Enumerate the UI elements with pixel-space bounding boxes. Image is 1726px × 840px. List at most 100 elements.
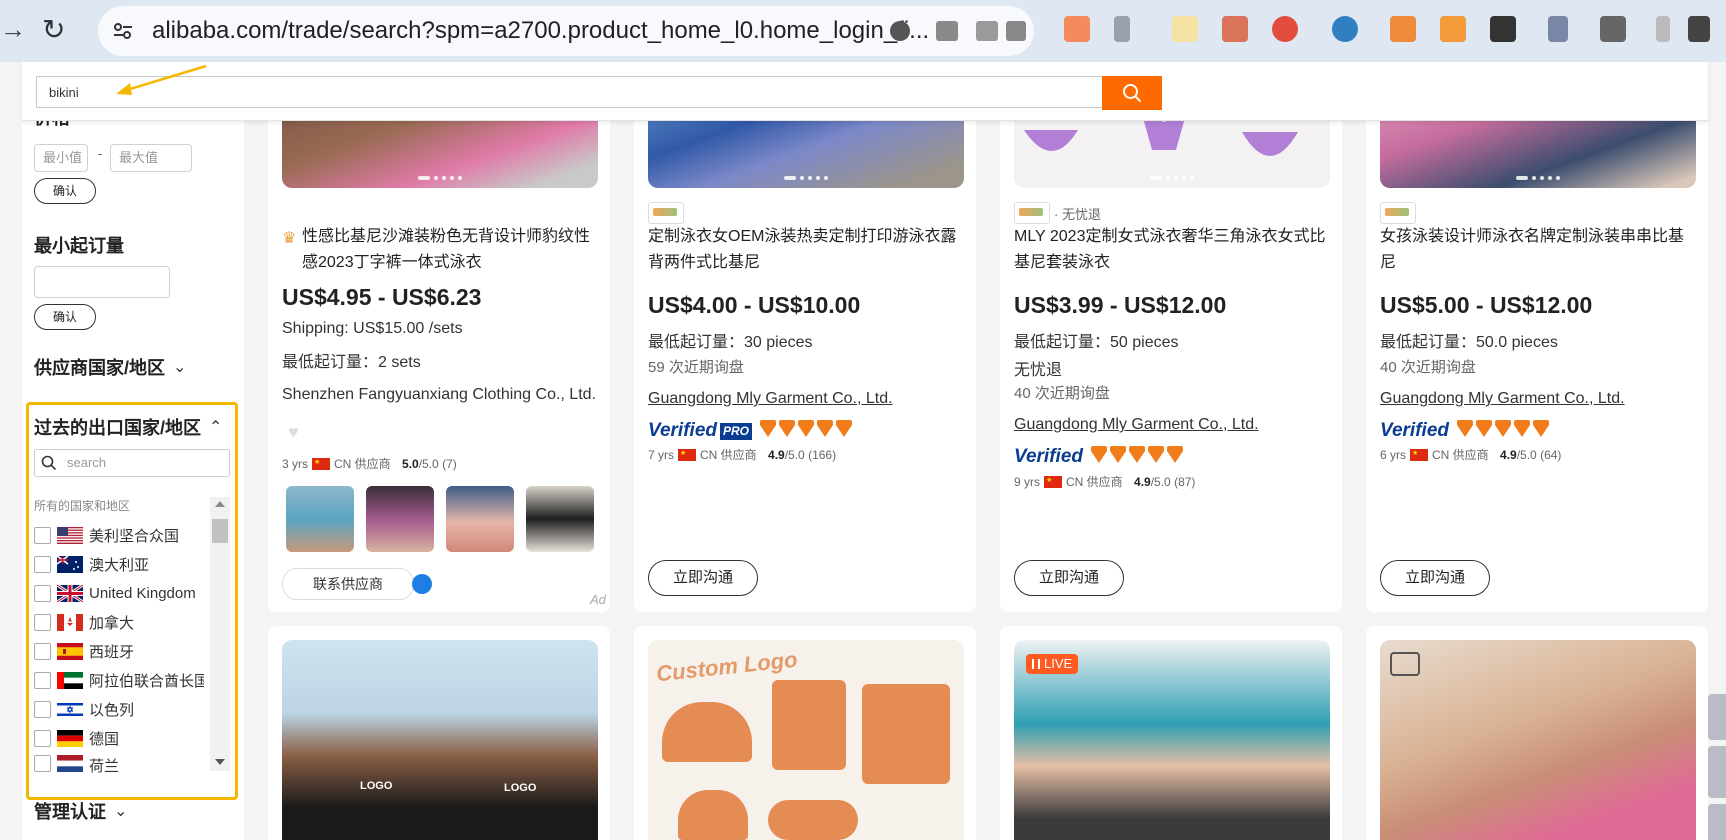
product-image[interactable]: LIVE bbox=[1014, 640, 1330, 840]
scroll-down-icon[interactable] bbox=[215, 759, 225, 765]
carousel-dots[interactable] bbox=[1516, 176, 1560, 180]
live-badge[interactable]: LIVE bbox=[1026, 654, 1079, 674]
floating-side-widget[interactable] bbox=[1708, 746, 1726, 798]
chat-now-button[interactable]: 立即沟通 bbox=[1014, 560, 1124, 596]
share-icon[interactable] bbox=[976, 21, 998, 41]
address-bar[interactable]: alibaba.com/trade/search?spm=a2700.produ… bbox=[98, 6, 1034, 56]
checkbox[interactable] bbox=[34, 555, 51, 573]
thumbnail-image[interactable] bbox=[366, 486, 434, 552]
extension-icon[interactable] bbox=[1172, 16, 1198, 42]
url-text[interactable]: alibaba.com/trade/search?spm=a2700.produ… bbox=[152, 17, 929, 45]
product-card[interactable]: LIVE bbox=[1000, 626, 1342, 840]
checkbox[interactable] bbox=[34, 755, 51, 772]
site-settings-icon[interactable] bbox=[112, 20, 134, 42]
product-card[interactable]: · 无忧退 MLY 2023定制女式泳衣奢华三角泳衣女式比基尼套装泳衣 US$3… bbox=[1000, 62, 1342, 612]
heart-icon[interactable]: ♥ bbox=[288, 422, 299, 443]
supplier-country-filter[interactable]: 供应商国家/地区 ⌄ bbox=[34, 354, 186, 380]
min-price-input[interactable]: 最小值 bbox=[34, 144, 88, 172]
chevron-up-icon: ⌃ bbox=[209, 419, 223, 436]
supplier-logo-icon bbox=[1014, 202, 1050, 224]
extension-icon[interactable] bbox=[1656, 16, 1670, 42]
inquiry-count: 40 次近期询盘 bbox=[1014, 385, 1110, 402]
contact-supplier-button[interactable]: 联系供应商 bbox=[282, 568, 414, 600]
product-card[interactable]: Custom Logo bbox=[634, 626, 976, 840]
checkbox[interactable] bbox=[34, 671, 51, 689]
extension-icon[interactable] bbox=[1332, 16, 1358, 42]
supplier-name[interactable]: Guangdong Mly Garment Co., Ltd. bbox=[648, 390, 893, 408]
carousel-dots[interactable] bbox=[1150, 176, 1194, 180]
extension-icon[interactable] bbox=[1114, 16, 1130, 42]
bookmark-icon[interactable] bbox=[1006, 21, 1026, 41]
reload-icon[interactable]: ↻ bbox=[42, 13, 65, 46]
checkbox[interactable] bbox=[34, 729, 51, 747]
chat-now-button[interactable]: 立即沟通 bbox=[1380, 560, 1490, 596]
checkbox[interactable] bbox=[34, 584, 51, 602]
country-name: 澳大利亚 bbox=[89, 556, 150, 574]
checkbox[interactable] bbox=[34, 613, 51, 631]
product-card[interactable]: ♛ 性感比基尼沙滩装粉色无背设计师豹纹性感2023丁字裤一体式泳衣 US$4.9… bbox=[268, 62, 610, 612]
chat-now-button[interactable]: 立即沟通 bbox=[648, 560, 758, 596]
cast-icon[interactable] bbox=[936, 21, 958, 41]
country-option[interactable]: 以色列 bbox=[34, 697, 204, 721]
country-list-scrollbar[interactable] bbox=[210, 497, 230, 771]
search-button[interactable] bbox=[1102, 76, 1162, 110]
management-cert-filter[interactable]: 管理认证 ⌄ bbox=[34, 798, 127, 824]
scrollbar-thumb[interactable] bbox=[212, 519, 228, 543]
checkbox[interactable] bbox=[34, 526, 51, 544]
country-option[interactable]: 德国 bbox=[34, 726, 204, 750]
product-title[interactable]: 性感比基尼沙滩装粉色无背设计师豹纹性感2023丁字裤一体式泳衣 bbox=[302, 224, 594, 276]
country-option[interactable]: 美利坚合众国 bbox=[34, 523, 204, 547]
product-title[interactable]: 定制泳衣女OEM泳装热卖定制打印游泳衣露背两件式比基尼 bbox=[648, 224, 964, 276]
product-title[interactable]: MLY 2023定制女式泳衣奢华三角泳衣女式比基尼套装泳衣 bbox=[1014, 224, 1330, 276]
supplier-name[interactable]: Guangdong Mly Garment Co., Ltd. bbox=[1380, 390, 1625, 408]
extension-icon[interactable] bbox=[1688, 16, 1710, 42]
moq-confirm-button[interactable]: 确认 bbox=[34, 304, 96, 330]
floating-side-widget[interactable] bbox=[1708, 694, 1726, 740]
extension-icon[interactable] bbox=[1600, 16, 1626, 42]
country-option[interactable]: 澳大利亚 bbox=[34, 552, 204, 576]
checkbox[interactable] bbox=[34, 642, 51, 660]
max-price-input[interactable]: 最大值 bbox=[110, 144, 192, 172]
scroll-up-icon[interactable] bbox=[215, 501, 225, 507]
extension-icon[interactable] bbox=[1272, 16, 1298, 42]
chat-bubble-icon[interactable] bbox=[412, 574, 432, 594]
country-search-input[interactable]: search bbox=[34, 449, 230, 477]
back-icon[interactable]: → bbox=[0, 14, 26, 45]
gallery-icon[interactable] bbox=[1390, 652, 1420, 676]
product-card[interactable]: LOGO LOGO bbox=[268, 626, 610, 840]
inquiry-count: 59 次近期询盘 bbox=[648, 359, 744, 376]
product-card[interactable]: 定制泳衣女OEM泳装热卖定制打印游泳衣露背两件式比基尼 US$4.00 - US… bbox=[634, 62, 976, 612]
country-option[interactable]: 西班牙 bbox=[34, 639, 204, 663]
country-option[interactable]: 加拿大 bbox=[34, 610, 204, 634]
supplier-name[interactable]: Guangdong Mly Garment Co., Ltd. bbox=[1014, 416, 1259, 434]
extension-icon[interactable] bbox=[1548, 16, 1568, 42]
extension-icon[interactable] bbox=[1440, 16, 1466, 42]
product-card[interactable]: 女孩泳装设计师泳衣名牌定制泳装串串比基尼 US$5.00 - US$12.00 … bbox=[1366, 62, 1708, 612]
thumbnail-image[interactable] bbox=[286, 486, 354, 552]
export-country-filter[interactable]: 过去的出口国家/地区 ⌃ bbox=[34, 414, 234, 440]
zoom-icon[interactable] bbox=[890, 21, 910, 41]
extension-icon[interactable] bbox=[1390, 16, 1416, 42]
floating-side-widget[interactable] bbox=[1708, 804, 1726, 840]
product-card[interactable] bbox=[1366, 626, 1708, 840]
moq-input[interactable] bbox=[34, 266, 170, 298]
product-title[interactable]: 女孩泳装设计师泳衣名牌定制泳装串串比基尼 bbox=[1380, 224, 1696, 276]
carousel-dots[interactable] bbox=[418, 176, 462, 180]
carousel-dots[interactable] bbox=[784, 176, 828, 180]
extension-icon[interactable] bbox=[1222, 16, 1248, 42]
supplier-name[interactable]: Shenzhen Fangyuanxiang Clothing Co., Ltd… bbox=[282, 386, 596, 404]
checkbox[interactable] bbox=[34, 700, 51, 718]
product-image[interactable] bbox=[1380, 640, 1696, 840]
extension-icon[interactable] bbox=[1490, 16, 1516, 42]
moq-info: 最低起订量：2 sets bbox=[282, 354, 421, 371]
price-confirm-button[interactable]: 确认 bbox=[34, 178, 96, 204]
thumbnail-image[interactable] bbox=[446, 486, 514, 552]
thumbnail-image[interactable] bbox=[526, 486, 594, 552]
supplier-meta: 7 yrs CN 供应商 4.9/5.0 (166) bbox=[648, 446, 836, 463]
product-image[interactable]: LOGO LOGO bbox=[282, 640, 598, 840]
product-image[interactable]: Custom Logo bbox=[648, 640, 964, 840]
extension-icon[interactable] bbox=[1064, 16, 1090, 42]
country-option[interactable]: United Kingdom bbox=[34, 581, 204, 605]
country-option[interactable]: 阿拉伯联合酋长国 bbox=[34, 668, 204, 692]
country-option[interactable]: 荷兰 bbox=[34, 755, 204, 773]
